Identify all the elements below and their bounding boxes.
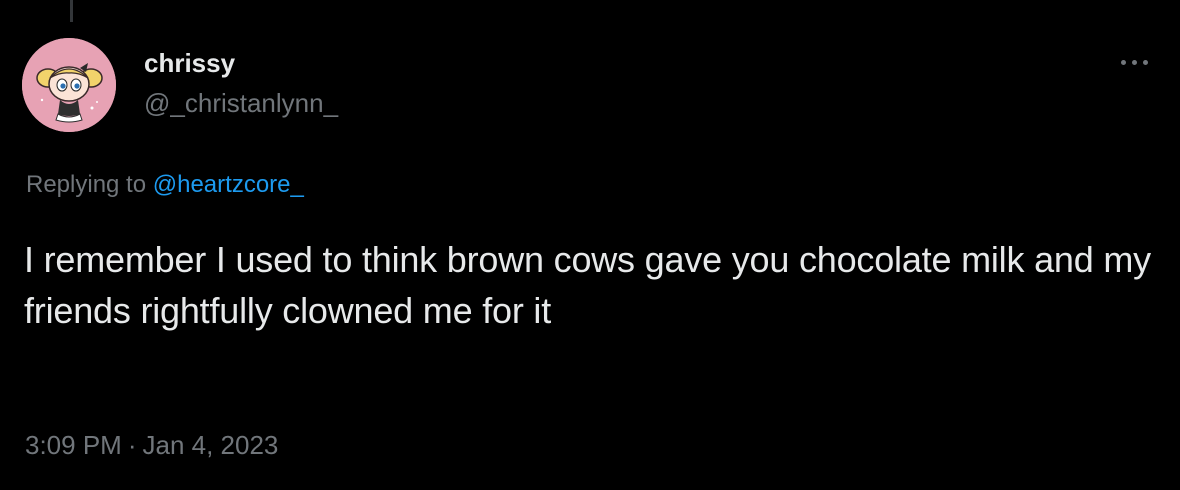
replying-to-mention-link[interactable]: @heartzcore_ bbox=[153, 171, 304, 198]
author-display-name[interactable]: chrissy bbox=[144, 48, 235, 78]
tweet-text: I remember I used to think brown cows ga… bbox=[24, 239, 1151, 331]
more-horizontal-icon bbox=[1120, 59, 1126, 65]
replying-to-line: Replying to @heartzcore_ bbox=[26, 170, 304, 200]
more-horizontal-icon-dot bbox=[1142, 59, 1148, 65]
powerpuff-avatar-icon bbox=[22, 38, 116, 132]
replying-to-label: Replying to bbox=[26, 171, 147, 198]
more-options-button[interactable] bbox=[1112, 46, 1156, 78]
tweet-time[interactable]: 3:09 PM bbox=[25, 430, 122, 460]
avatar[interactable] bbox=[22, 38, 116, 132]
tweet-date[interactable]: Jan 4, 2023 bbox=[143, 430, 279, 460]
tweet-timestamp[interactable]: 3:09 PM · Jan 4, 2023 bbox=[25, 430, 278, 460]
meta-separator: · bbox=[127, 430, 137, 460]
thread-connector-line bbox=[70, 0, 73, 22]
author-handle[interactable]: @_christanlynn_ bbox=[144, 88, 338, 118]
more-horizontal-icon-dot bbox=[1131, 59, 1137, 65]
